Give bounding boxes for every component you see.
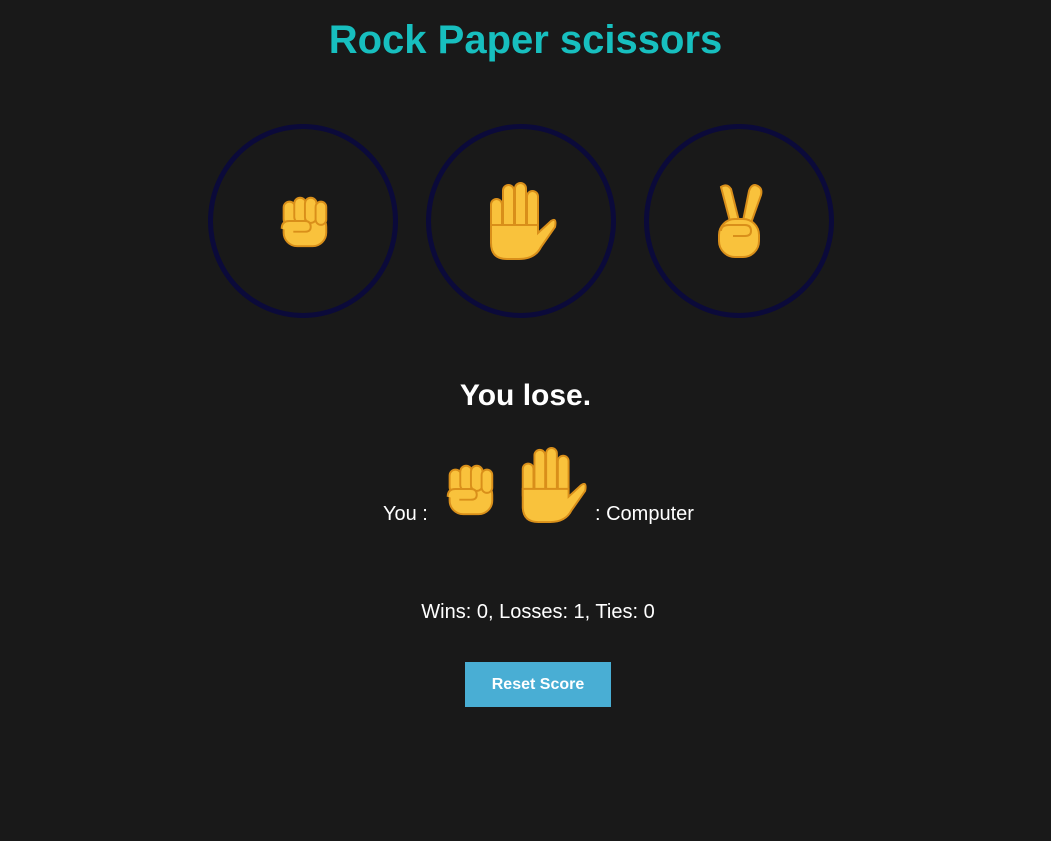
game-page: Rock Paper scissors You lose. You:: Co… — [0, 0, 1051, 841]
scissors-button[interactable] — [644, 124, 834, 318]
reset-score-button[interactable]: Reset Score — [465, 662, 611, 707]
raised-hand-icon — [485, 181, 557, 261]
victory-hand-icon — [711, 181, 767, 261]
raised-fist-icon — [272, 190, 334, 252]
page-title: Rock Paper scissors — [328, 18, 723, 62]
you-label: You : — [383, 503, 428, 525]
result-message: You lose. — [459, 379, 592, 412]
raised-hand-icon — [516, 446, 588, 529]
raised-fist-icon — [438, 458, 500, 525]
rock-button[interactable] — [208, 124, 398, 318]
score-text: Wins: 0, Losses: 1, Ties: 0 — [421, 601, 655, 623]
paper-button[interactable] — [426, 124, 616, 318]
computer-label: : Computer — [595, 503, 694, 525]
